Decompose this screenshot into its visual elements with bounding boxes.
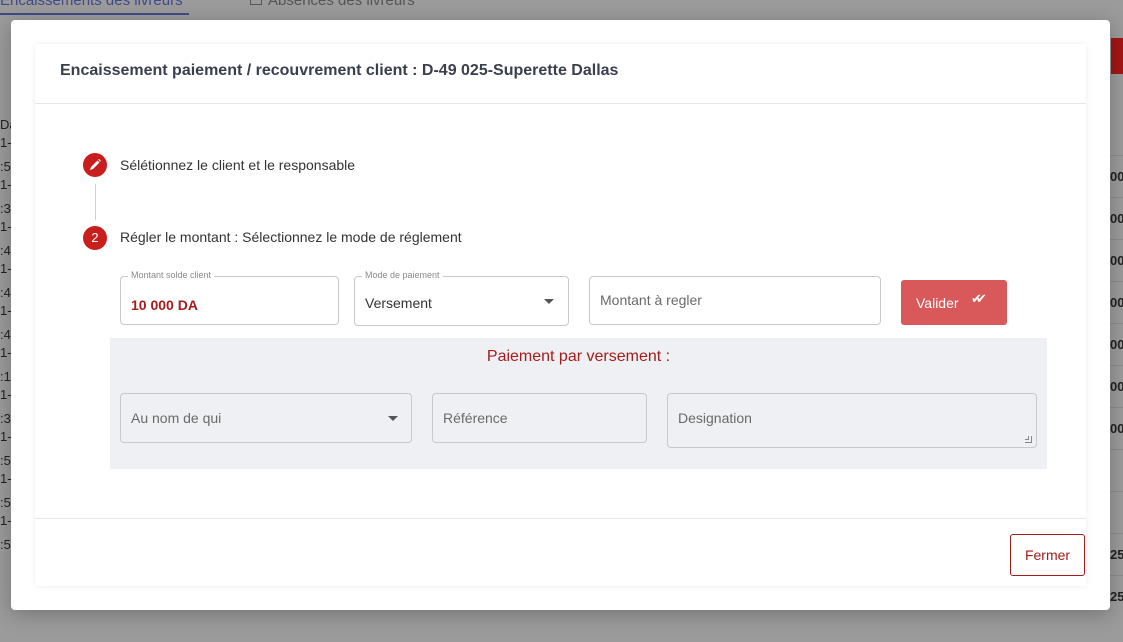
mode-paiement-value: Versement — [365, 295, 432, 311]
reference-input[interactable]: Référence — [432, 393, 647, 443]
background-amount-fragment: 25 — [1110, 533, 1123, 575]
calendar-icon — [250, 0, 262, 5]
fragment-text: :4 — [0, 285, 11, 300]
background-red-button[interactable] — [1111, 38, 1123, 74]
fragment-text: :5 — [0, 159, 11, 174]
reference-placeholder: Référence — [443, 410, 508, 426]
background-amount-fragment: 00 — [1110, 407, 1123, 449]
montant-input[interactable]: Montant à regler — [589, 276, 881, 325]
background-amount-fragment — [1110, 449, 1123, 491]
versement-panel: Paiement par versement : Au nom de qui R… — [110, 338, 1047, 469]
step1-label: Sélétionnez le client et le responsable — [120, 157, 356, 173]
tab-encaissements-livreurs[interactable]: Encaissements des livreurs — [0, 0, 189, 15]
step1-badge — [83, 153, 107, 177]
fragment-text: 1- — [0, 135, 12, 150]
designation-textarea[interactable]: Designation — [667, 393, 1037, 448]
fragment-text: :3 — [0, 411, 11, 426]
mode-paiement-select[interactable]: Mode de paiement Versement — [354, 270, 569, 326]
chevron-down-icon — [388, 416, 398, 421]
montant-placeholder: Montant à regler — [600, 292, 702, 308]
fragment-text: :5 — [0, 537, 11, 552]
fragment-text: :4 — [0, 243, 11, 258]
tab-absences-livreurs[interactable]: Absences des livreurs — [250, 0, 415, 9]
designation-placeholder: Designation — [678, 410, 752, 426]
background-amount-fragment: 00 — [1110, 239, 1123, 281]
fragment-text: 1- — [0, 429, 12, 444]
step-connector — [95, 184, 96, 220]
valider-label: Valider — [916, 295, 959, 311]
mode-paiement-legend: Mode de paiement — [362, 270, 443, 280]
fragment-text: 1- — [0, 303, 12, 318]
fragment-text: :3 — [0, 201, 11, 216]
background-amount-fragment — [1110, 491, 1123, 533]
au-nom-de-qui-placeholder: Au nom de qui — [131, 410, 222, 426]
fermer-button[interactable]: Fermer — [1010, 534, 1085, 576]
background-amount-fragment: 00 — [1110, 155, 1123, 197]
background-amount-fragment: 00 — [1110, 197, 1123, 239]
versement-title: Paiement par versement : — [486, 348, 671, 365]
fragment-text: :5 — [0, 453, 11, 468]
background-amount-fragment: 25 — [1110, 575, 1123, 617]
chevron-down-icon — [544, 299, 554, 304]
au-nom-de-qui-select[interactable]: Au nom de qui — [120, 393, 412, 443]
background-amount-fragment: 00 — [1110, 323, 1123, 365]
fragment-text: 1- — [0, 261, 12, 276]
tab-absences-label: Absences des livreurs — [268, 0, 415, 9]
modal-title: Encaissement paiement / recouvrement cli… — [35, 44, 1086, 104]
fragment-text: :4 — [0, 327, 11, 342]
background-right-column: 000000000000002525 — [1110, 155, 1123, 617]
fragment-text: 1- — [0, 513, 12, 528]
double-check-icon: ✔✔ — [971, 291, 987, 306]
background-amount-fragment: 00 — [1110, 365, 1123, 407]
resize-handle-icon[interactable] — [1025, 436, 1032, 443]
fragment-text: 1- — [0, 219, 12, 234]
fragment-text: :5 — [0, 495, 11, 510]
fragment-text: 1- — [0, 387, 12, 402]
valider-button[interactable]: Valider ✔✔ — [901, 280, 1007, 325]
fragment-text: 1- — [0, 471, 12, 486]
fragment-text: 1- — [0, 177, 12, 192]
solde-client-field: Montant solde client 10 000 DA — [120, 270, 339, 325]
solde-client-value: 10 000 DA — [131, 297, 198, 313]
background-tabs: Encaissements des livreurs Absences des … — [0, 0, 1123, 20]
step2-badge: 2 — [83, 226, 107, 250]
step2-label: Régler le montant : Sélectionnez le mode… — [120, 229, 462, 245]
payment-modal: Encaissement paiement / recouvrement cli… — [11, 20, 1110, 610]
pencil-icon — [90, 159, 101, 170]
solde-client-legend: Montant solde client — [128, 270, 215, 280]
fragment-text: :1 — [0, 369, 11, 384]
modal-footer: Fermer — [35, 518, 1086, 586]
background-amount-fragment: 00 — [1110, 281, 1123, 323]
fragment-text: 1- — [0, 345, 12, 360]
modal-card: Encaissement paiement / recouvrement cli… — [35, 44, 1086, 586]
